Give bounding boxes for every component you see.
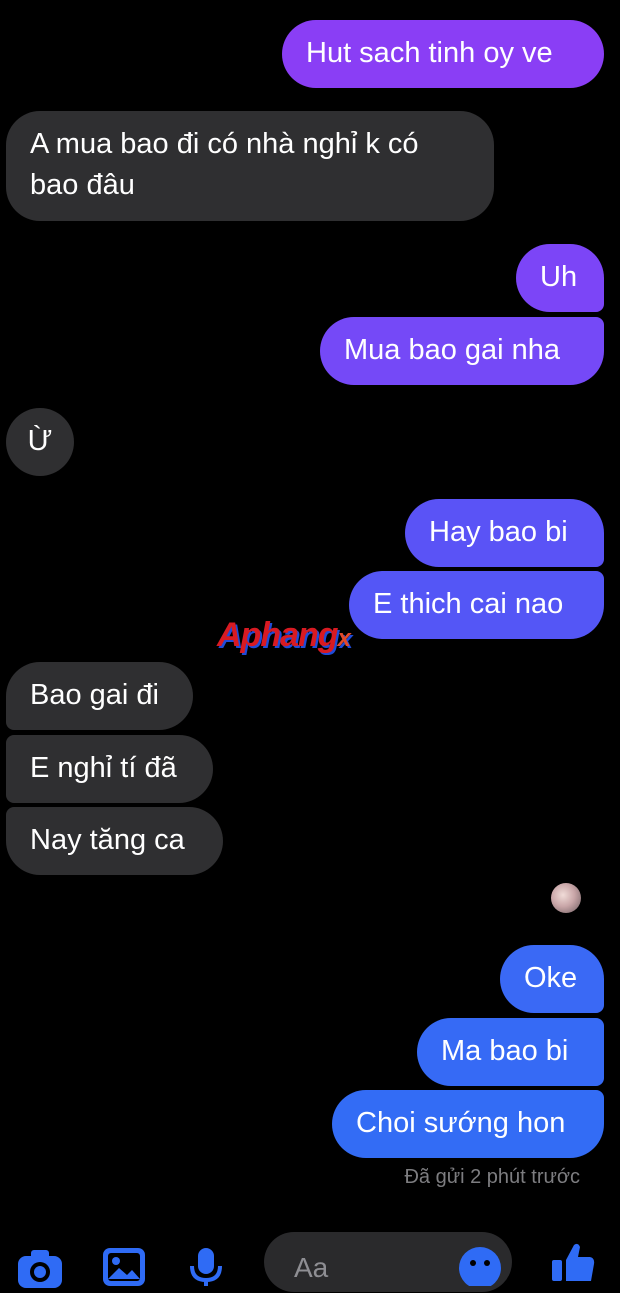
message-text: Bao gai đi [30,679,159,711]
gallery-icon[interactable] [101,1246,147,1291]
watermark-text: Aphang [217,616,339,654]
message-text: Hay bao bi [429,516,568,548]
message-text: Uh [540,261,578,293]
message-sent-m3[interactable]: Uh [516,244,604,312]
message-sent-m13[interactable]: Choi sướng hon [332,1090,604,1158]
message-sent-m4[interactable]: Mua bao gai nha [320,317,604,385]
thumbs-up-icon[interactable] [548,1242,596,1286]
message-text: Oke [524,962,578,994]
message-composer[interactable] [264,1232,512,1292]
emoji-icon[interactable] [458,1246,502,1291]
message-sent-m11[interactable]: Oke [500,945,604,1013]
message-input[interactable] [294,1252,444,1284]
message-text: Ừ [27,425,53,457]
message-text: Choi sướng hon [356,1107,566,1139]
message-text: E thich cai nao [373,588,564,620]
camera-icon[interactable] [16,1248,64,1293]
message-received-m10[interactable]: Nay tăng ca [6,807,223,875]
seen-avatar [551,883,581,913]
message-sent-m6[interactable]: Hay bao bi [405,499,604,567]
message-received-m2[interactable]: A mua bao đi có nhà nghỉ k có bao đâu [6,111,494,221]
message-sent-m1[interactable]: Hut sach tinh oy ve [282,20,604,88]
message-received-m9[interactable]: E nghỉ tí đã [6,735,213,803]
watermark-logo: Aphangx [217,616,351,655]
message-text: Hut sach tinh oy ve [306,37,553,69]
message-sent-m7[interactable]: E thich cai nao [349,571,604,639]
message-received-m5[interactable]: Ừ [6,408,74,476]
watermark-x: x [337,625,351,652]
message-text: Mua bao gai nha [344,334,561,366]
message-text: A mua bao đi có nhà nghỉ k có bao đâu [30,128,419,201]
message-received-m8[interactable]: Bao gai đi [6,662,193,730]
delivery-status: Đã gửi 2 phút trước [404,1166,580,1188]
message-text: E nghỉ tí đã [30,752,177,784]
message-text: Nay tăng ca [30,824,185,856]
microphone-icon[interactable] [188,1246,224,1291]
message-sent-m12[interactable]: Ma bao bi [417,1018,604,1086]
message-text: Ma bao bi [441,1035,569,1067]
